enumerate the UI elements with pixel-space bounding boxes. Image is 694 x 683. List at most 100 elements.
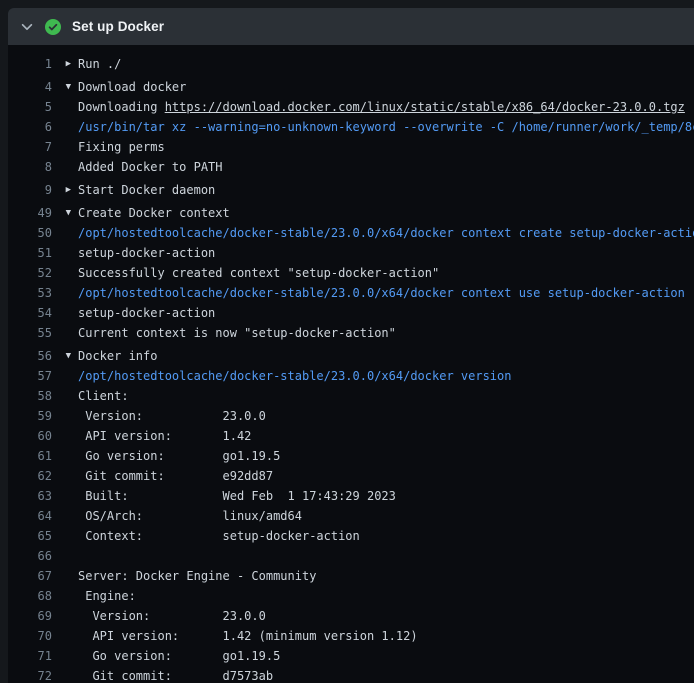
line-number[interactable]: 61 [8,446,52,466]
line-number[interactable]: 8 [8,157,52,177]
log-row: 58Client: [8,386,694,406]
line-number[interactable]: 64 [8,506,52,526]
line-number[interactable]: 49 [8,203,52,223]
log-group-row[interactable]: 1▶Run ./ [8,54,694,74]
line-number[interactable]: 52 [8,263,52,283]
log-group-row[interactable]: 49▼Create Docker context [8,203,694,223]
line-number[interactable]: 50 [8,223,52,243]
log-row: 66 [8,546,694,566]
collapse-triangle-down-icon[interactable]: ▼ [52,346,78,366]
line-number[interactable]: 71 [8,646,52,666]
log-row: 50/opt/hostedtoolcache/docker-stable/23.… [8,223,694,243]
arrow-slot [52,646,78,666]
log-row: 8 Added Docker to PATH [8,157,694,177]
log-text-part: Downloading [78,100,165,114]
step-header[interactable]: Set up Docker [8,8,694,45]
line-number[interactable]: 60 [8,426,52,446]
log-group-row[interactable]: 4▼Download docker [8,77,694,97]
arrow-slot [52,466,78,486]
log-text [78,546,694,566]
line-number[interactable]: 70 [8,626,52,646]
log-row: 55Current context is now "setup-docker-a… [8,323,694,343]
log-text: Engine: [78,586,694,606]
line-number[interactable]: 56 [8,346,52,366]
log-row: 60 API version: 1.42 [8,426,694,446]
arrow-slot [52,426,78,446]
step-title: Set up Docker [72,19,164,34]
log-text: Git commit: e92dd87 [78,466,694,486]
line-number[interactable]: 62 [8,466,52,486]
arrow-slot [52,586,78,606]
arrow-slot [52,606,78,626]
log-text: Added Docker to PATH [78,157,694,177]
arrow-slot [52,223,78,243]
line-number[interactable]: 9 [8,180,52,200]
arrow-slot [52,157,78,177]
arrow-slot [52,243,78,263]
line-number[interactable]: 1 [8,54,52,74]
log-text: Start Docker daemon [78,180,694,200]
log-text: Server: Docker Engine - Community [78,566,694,586]
log-text: API version: 1.42 [78,426,694,446]
arrow-slot [52,446,78,466]
arrow-slot [52,506,78,526]
line-number[interactable]: 58 [8,386,52,406]
log-text: Fixing perms [78,137,694,157]
log-row: 52Successfully created context "setup-do… [8,263,694,283]
line-number[interactable]: 55 [8,323,52,343]
arrow-slot [52,566,78,586]
log-row: 6/usr/bin/tar xz --warning=no-unknown-ke… [8,117,694,137]
line-number[interactable]: 72 [8,666,52,683]
collapse-triangle-down-icon[interactable]: ▼ [52,203,78,223]
arrow-slot [52,137,78,157]
arrow-slot [52,626,78,646]
arrow-slot [52,323,78,343]
collapse-triangle-right-icon[interactable]: ▶ [52,180,78,200]
line-number[interactable]: 66 [8,546,52,566]
log-text: /opt/hostedtoolcache/docker-stable/23.0.… [78,223,694,243]
log-text: Context: setup-docker-action [78,526,694,546]
log-row: 72 Git commit: d7573ab [8,666,694,683]
arrow-slot [52,303,78,323]
log-link[interactable]: https://download.docker.com/linux/static… [165,100,685,114]
line-number[interactable]: 69 [8,606,52,626]
log-text: Download docker [78,77,694,97]
line-number[interactable]: 68 [8,586,52,606]
log-row: 61 Go version: go1.19.5 [8,446,694,466]
collapse-triangle-down-icon[interactable]: ▼ [52,77,78,97]
log-group-row[interactable]: 9▶Start Docker daemon [8,180,694,200]
log-group-row[interactable]: 56▼Docker info [8,346,694,366]
chevron-down-icon[interactable] [20,20,34,34]
log-row: 54setup-docker-action [8,303,694,323]
log-row: 57/opt/hostedtoolcache/docker-stable/23.… [8,366,694,386]
line-number[interactable]: 65 [8,526,52,546]
log-row: 67 Server: Docker Engine - Community [8,566,694,586]
log-text: Go version: go1.19.5 [78,446,694,466]
collapse-triangle-right-icon[interactable]: ▶ [52,54,78,74]
line-number[interactable]: 6 [8,117,52,137]
line-number[interactable]: 59 [8,406,52,426]
log-text: Version: 23.0.0 [78,406,694,426]
arrow-slot [52,526,78,546]
arrow-slot [52,406,78,426]
line-number[interactable]: 7 [8,137,52,157]
line-number[interactable]: 4 [8,77,52,97]
line-number[interactable]: 63 [8,486,52,506]
log-row: 69 Version: 23.0.0 [8,606,694,626]
log-row: 65 Context: setup-docker-action [8,526,694,546]
log-row: 68 Engine: [8,586,694,606]
line-number[interactable]: 67 [8,566,52,586]
arrow-slot [52,486,78,506]
log-row: 64 OS/Arch: linux/amd64 [8,506,694,526]
check-circle-icon [45,19,61,35]
log-text: Git commit: d7573ab [78,666,694,683]
line-number[interactable]: 57 [8,366,52,386]
line-number[interactable]: 53 [8,283,52,303]
line-number[interactable]: 54 [8,303,52,323]
line-number[interactable]: 51 [8,243,52,263]
log-text: /usr/bin/tar xz --warning=no-unknown-key… [78,117,694,137]
line-number[interactable]: 5 [8,97,52,117]
log-row: 53/opt/hostedtoolcache/docker-stable/23.… [8,283,694,303]
log-row: 51setup-docker-action [8,243,694,263]
log-text: Built: Wed Feb 1 17:43:29 2023 [78,486,694,506]
